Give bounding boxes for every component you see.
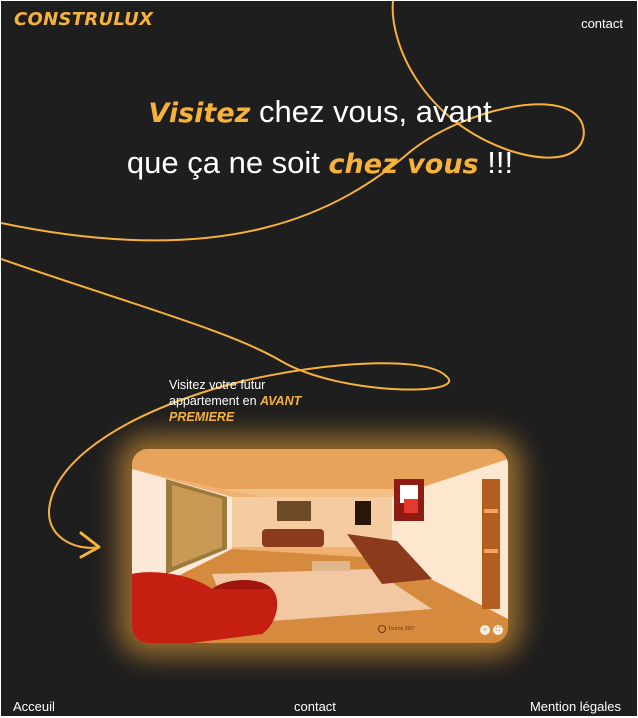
fullscreen-icon[interactable]: ⛶: [493, 625, 503, 635]
hero-text-1: chez vous, avant: [250, 94, 492, 129]
footer-contact-link[interactable]: contact: [294, 699, 336, 714]
promo-highlight-2: PREMIERE: [169, 410, 235, 424]
promo-text: Visitez votre futur appartement en AVANT…: [169, 377, 339, 425]
vr-icon[interactable]: ○: [480, 625, 490, 635]
promo-line-2-text: appartement en: [169, 394, 261, 408]
hero-line-2: que ça ne soit chez vous !!!: [1, 138, 637, 189]
virtual-tour-viewer[interactable]: Tourné 360° ○ ⛶: [132, 449, 508, 643]
hero-text-3: !!!: [478, 145, 514, 180]
hero-line-1: Visitez chez vous, avant: [1, 87, 637, 138]
footer-home-link[interactable]: Acceuil: [13, 699, 55, 714]
hero-heading: Visitez chez vous, avant que ça ne soit …: [1, 87, 637, 189]
promo-line-1: Visitez votre futur: [169, 378, 266, 392]
brand-logo[interactable]: CONSTRULUX: [14, 9, 153, 30]
hero-text-2: que ça ne soit: [126, 145, 329, 180]
hero-accent-1: Visitez: [148, 98, 251, 129]
nav-contact-link[interactable]: contact: [581, 16, 623, 31]
promo-highlight-1: AVANT: [260, 394, 302, 408]
viewer-badge: Tourné 360°: [378, 625, 415, 633]
viewer-badge-label: Tourné 360°: [388, 626, 416, 632]
promo-line-2: appartement en AVANT: [169, 393, 339, 409]
page: CONSTRULUX contact Visitez chez vous, av…: [1, 1, 637, 716]
hero-accent-2: chez vous: [328, 149, 479, 180]
footer-legal-link[interactable]: Mention légales: [530, 699, 621, 714]
room-panorama: [132, 449, 508, 643]
badge-dot-icon: [378, 625, 386, 633]
